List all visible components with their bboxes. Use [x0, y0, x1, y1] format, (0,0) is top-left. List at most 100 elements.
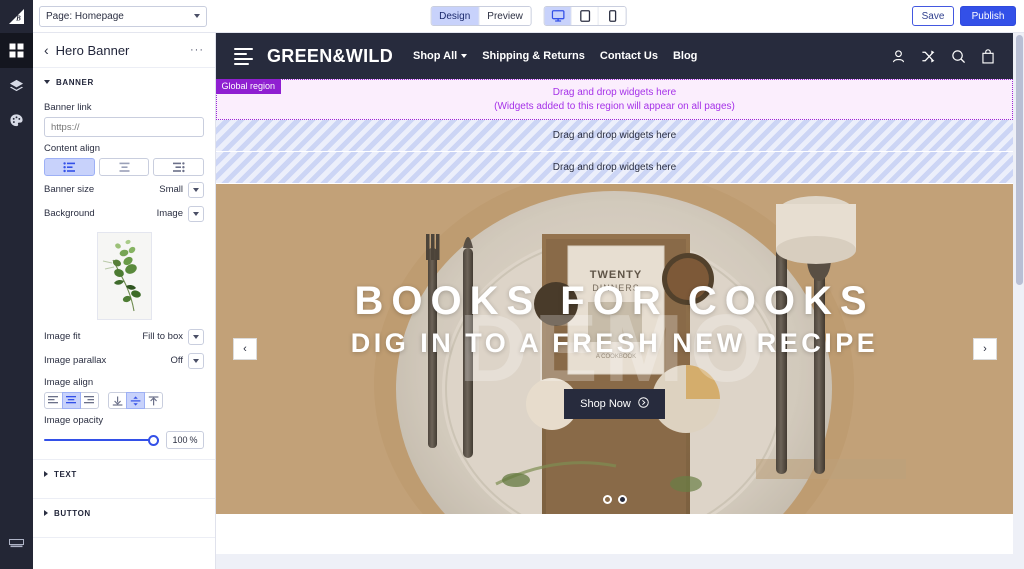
image-align-center[interactable] [62, 392, 81, 409]
nav-link-contact-us[interactable]: Contact Us [600, 50, 658, 62]
banner-link-input[interactable] [44, 117, 204, 137]
align-left-icon [63, 161, 75, 172]
tab-design[interactable]: Design [431, 7, 480, 25]
align-right-icon [173, 161, 185, 172]
image-align-bottom[interactable] [108, 392, 127, 409]
search-icon[interactable] [951, 49, 966, 64]
nav-link-blog[interactable]: Blog [673, 50, 697, 62]
image-fit-control[interactable]: Fill to box [142, 328, 204, 345]
site-header: GREEN&WILD Shop All Shipping & Returns C… [216, 33, 1013, 79]
banner-size-dropdown[interactable] [188, 181, 204, 198]
image-parallax-dropdown[interactable] [188, 352, 204, 369]
rail-item-layers[interactable] [0, 68, 33, 103]
hero-headline: BOOKS FOR COOKS [354, 279, 875, 323]
tab-preview[interactable]: Preview [479, 7, 531, 25]
hero-banner[interactable]: TWENTY DINNERS A COOKBOOK DEMO BOOKS FOR… [216, 184, 1013, 514]
banner-size-row: Banner size Small [44, 179, 204, 200]
image-opacity-slider[interactable] [44, 433, 159, 447]
content-align-right[interactable] [153, 158, 205, 176]
align-middle-icon [130, 395, 141, 406]
nav-link-shipping-returns[interactable]: Shipping & Returns [482, 50, 585, 62]
device-mobile[interactable] [598, 7, 626, 25]
image-opacity-unit: % [189, 435, 198, 445]
align-top-icon [148, 395, 159, 405]
banner-link-label: Banner link [44, 102, 92, 113]
section-banner-header[interactable]: BANNER [33, 68, 215, 96]
nav-link-shop-all[interactable]: Shop All [413, 50, 468, 62]
top-toolbar: Page: Homepage Design Preview Save Publi… [33, 0, 1024, 33]
image-opacity-label: Image opacity [44, 415, 104, 426]
section-button-header[interactable]: BUTTON [33, 499, 215, 527]
icon-rail: B [0, 0, 33, 569]
page-selector[interactable]: Page: Homepage [39, 5, 207, 27]
hero-subheadline: DIG IN TO A FRESH NEW RECIPE [350, 328, 879, 358]
image-align-top[interactable] [144, 392, 163, 409]
section-button-label: BUTTON [54, 508, 91, 518]
image-align-vertical [108, 392, 163, 409]
chevron-down-icon [44, 80, 50, 84]
chevron-right-icon [44, 471, 48, 477]
background-value: Image [156, 208, 183, 219]
panel-menu-icon[interactable]: ··· [190, 44, 204, 56]
rail-item-widgets[interactable] [0, 33, 33, 68]
background-dropdown[interactable] [188, 205, 204, 222]
drop-zone-text: Drag and drop widgets here [552, 86, 677, 98]
hamburger-icon[interactable] [234, 47, 253, 65]
shop-now-button[interactable]: Shop Now [564, 389, 665, 419]
image-align-middle[interactable] [126, 392, 145, 409]
carousel-prev-button[interactable]: ‹ [233, 338, 257, 360]
drop-zone-text: Drag and drop widgets here [552, 130, 677, 141]
back-icon[interactable]: ‹ [44, 43, 49, 57]
section-text-header[interactable]: TEXT [33, 460, 215, 488]
section-banner-body: Banner link Content align [33, 102, 215, 449]
drop-zone-row-1[interactable]: Drag and drop widgets here [216, 120, 1013, 152]
carousel-next-button[interactable]: › [973, 338, 997, 360]
chevron-down-icon [193, 358, 199, 363]
content-align-group [44, 158, 205, 176]
image-align-horizontal [44, 392, 99, 409]
carousel-dot-1[interactable] [602, 495, 612, 504]
image-fit-dropdown[interactable] [188, 328, 204, 345]
plant-thumbnail-image [97, 233, 151, 319]
align-right-icon [84, 396, 94, 404]
builder-logo[interactable]: B [0, 0, 33, 33]
properties-panel: ‹ Hero Banner ··· BANNER Banner link Con… [33, 33, 216, 569]
rail-collapse[interactable] [0, 539, 33, 569]
design-canvas[interactable]: GREEN&WILD Shop All Shipping & Returns C… [216, 33, 1024, 569]
content-align-center[interactable] [98, 158, 150, 176]
slider-track [44, 438, 159, 442]
chevron-down-icon [193, 211, 199, 216]
image-parallax-control[interactable]: Off [171, 352, 204, 369]
drop-zone-global-region[interactable]: Global region Drag and drop widgets here… [216, 78, 1013, 120]
publish-button[interactable]: Publish [960, 6, 1016, 26]
banner-size-control[interactable]: Small [159, 181, 204, 198]
site-brand[interactable]: GREEN&WILD [267, 46, 393, 67]
rail-item-theme[interactable] [0, 103, 33, 138]
canvas-scrollbar[interactable] [1016, 35, 1023, 285]
bag-icon[interactable] [981, 48, 995, 64]
slider-knob[interactable] [148, 434, 159, 446]
mobile-icon [608, 10, 616, 22]
background-control[interactable]: Image [156, 205, 204, 222]
mode-switch: Design Preview [430, 6, 532, 26]
drop-zone-row-2[interactable]: Drag and drop widgets here [216, 152, 1013, 184]
carousel-dot-2[interactable] [617, 495, 627, 504]
grid-icon [9, 43, 24, 58]
nav-link-label: Shop All [413, 50, 458, 62]
save-button[interactable]: Save [912, 6, 954, 26]
desktop-icon [551, 10, 565, 22]
site-body-area [216, 514, 1013, 554]
carousel-dots [602, 495, 627, 504]
background-thumbnail[interactable] [96, 232, 152, 320]
compare-icon[interactable] [921, 49, 936, 64]
toolbar-center: Design Preview [430, 6, 627, 26]
page-title: Hero Banner [55, 42, 130, 58]
image-opacity-value: 100 [172, 435, 188, 445]
device-desktop[interactable] [544, 7, 572, 25]
image-align-right[interactable] [80, 392, 99, 409]
account-icon[interactable] [891, 49, 906, 64]
image-opacity-input[interactable]: 100 % [166, 431, 204, 449]
image-align-left[interactable] [44, 392, 63, 409]
device-tablet[interactable] [571, 7, 599, 25]
content-align-left[interactable] [44, 158, 95, 176]
